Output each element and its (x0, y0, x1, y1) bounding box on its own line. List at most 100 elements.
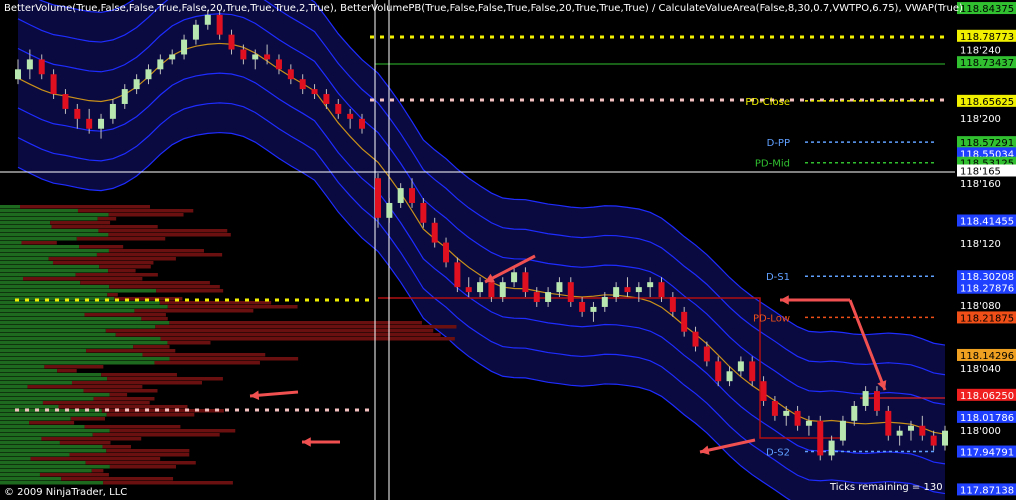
candle-body (204, 14, 211, 25)
volume-bar-up (0, 289, 157, 293)
volume-bar-up (0, 233, 109, 237)
candle-body (465, 287, 472, 293)
volume-bar-up (0, 265, 100, 269)
candle-body (145, 69, 152, 80)
volume-bar-down (61, 477, 174, 481)
volume-bar-up (0, 405, 59, 409)
volume-bar-up (0, 293, 108, 297)
price-badge-label: 118'165 (960, 166, 1001, 177)
volume-bar-down (29, 421, 75, 425)
volume-bar-down (156, 289, 224, 293)
candle-body (121, 89, 128, 104)
volume-bar-down (169, 357, 299, 361)
indicator-header: BetterVolume(True,False,False,True,False… (4, 3, 963, 14)
volume-bar-up (0, 437, 42, 441)
volume-bar-down (108, 233, 231, 237)
volume-bar-up (0, 273, 76, 277)
volume-bar-down (41, 437, 142, 441)
candle-body (62, 94, 69, 109)
candle-body (181, 39, 188, 55)
price-axis: 118'200 118'160 118'120 118'080 118'040 118'0… (955, 0, 1016, 500)
volume-bar-up (0, 469, 92, 473)
price-badge-label: 118.30208 (960, 272, 1014, 283)
candle-body (216, 14, 223, 35)
volume-bar-up (0, 205, 20, 209)
volume-bar-down (108, 269, 136, 273)
candle-body (240, 49, 247, 60)
candle-body (715, 361, 722, 382)
candle-body (760, 381, 767, 401)
candle-body (851, 405, 858, 421)
volume-bar-down (80, 281, 210, 285)
candle-body (794, 410, 801, 426)
volume-bar-up (0, 329, 106, 333)
level-label: D-S2 (766, 448, 790, 459)
volume-bar-up (0, 433, 93, 437)
ticks-remaining: Ticks remaining = 130 (830, 482, 943, 493)
candle-body (375, 178, 381, 218)
volume-bar-down (50, 221, 111, 225)
candle-body (817, 420, 824, 456)
volume-bar-down (98, 229, 228, 233)
candle-body (737, 361, 744, 372)
volume-bar-down (84, 425, 181, 429)
volume-bar-up (0, 349, 87, 353)
volume-bar-down (159, 301, 272, 305)
price-badge-label: 118.41455 (960, 216, 1014, 227)
price-badge-label: 118.65625 (960, 97, 1014, 108)
volume-bar-down (70, 417, 106, 421)
candle-body (409, 188, 416, 203)
level-label: PD-Mid (755, 159, 790, 170)
volume-bar-up (0, 209, 78, 213)
candle-body (647, 282, 654, 288)
volume-bar-up (0, 325, 156, 329)
volume-bar-down (69, 453, 190, 457)
candle-body (299, 79, 306, 90)
candle-body (499, 282, 506, 298)
candle-body (323, 94, 330, 104)
volume-bar-up (0, 445, 103, 449)
level-label: PD-Close (745, 97, 790, 108)
volume-bar-up (0, 333, 116, 337)
candle-body (703, 346, 710, 362)
volume-bar-up (0, 457, 31, 461)
volume-bar-down (83, 389, 158, 393)
volume-bar-down (160, 337, 455, 341)
candle-body (98, 118, 105, 129)
candle-body (930, 435, 937, 446)
volume-bar-up (0, 229, 99, 233)
candle-body (635, 287, 642, 293)
candle-body (669, 297, 676, 312)
volume-bar-up (0, 381, 72, 385)
volume-bar-up (0, 285, 110, 289)
volume-bar-down (39, 473, 109, 477)
volume-bar-down (93, 397, 155, 401)
volume-bar-down (58, 405, 188, 409)
volume-bar-up (0, 473, 40, 477)
volume-bar-up (0, 357, 170, 361)
volume-bar-down (155, 325, 457, 329)
volume-bar-down (101, 373, 177, 377)
candle-body (335, 103, 342, 114)
candle-body (624, 287, 631, 293)
volume-bar-down (133, 345, 170, 349)
candle-body (386, 202, 393, 218)
volume-bar-up (0, 393, 110, 397)
candle-body (252, 54, 259, 60)
volume-bar-down (20, 205, 150, 209)
candle-body (420, 202, 427, 223)
price-badge-label: 117.94791 (960, 448, 1014, 459)
volume-bar-down (141, 317, 168, 321)
volume-bar-up (0, 353, 143, 357)
volume-bar-up (0, 269, 109, 273)
volume-bar-down (106, 413, 195, 417)
volume-bar-down (57, 369, 77, 373)
price-badge-label: 118.27876 (960, 284, 1014, 295)
price-chart[interactable]: PD-Close D-PP PD-Mid D-S1 PD-Low D-S2 118'200… (0, 0, 1016, 500)
level-label: D-S1 (766, 272, 790, 283)
candle-body (545, 292, 552, 302)
volume-bar-up (0, 301, 160, 305)
axis-tick-label: 118'200 (960, 114, 1001, 125)
candle-body (192, 24, 199, 40)
volume-bar-down (115, 333, 441, 337)
